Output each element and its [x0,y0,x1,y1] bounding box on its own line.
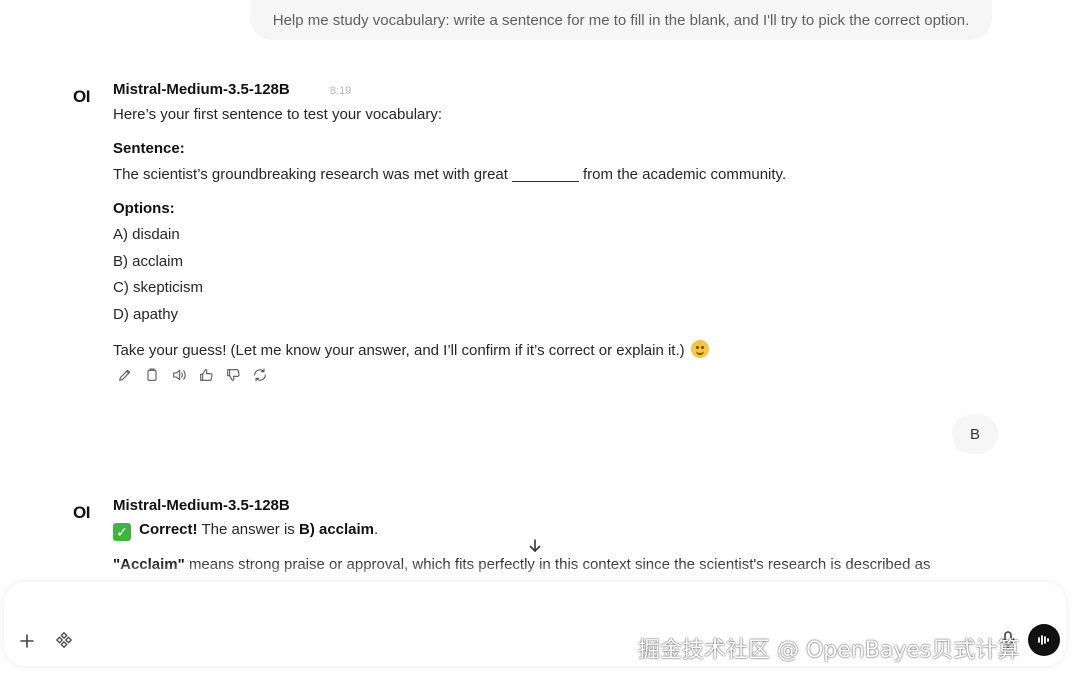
read-aloud-icon[interactable] [170,366,188,384]
correct-label: Correct! [139,521,198,538]
model-avatar: OI [73,87,90,106]
closing-text: Take your guess! (Let me know your answe… [113,340,709,359]
closing-text-content: Take your guess! (Let me know your answe… [113,342,685,359]
message-actions-toolbar [116,366,269,384]
user-message-text: B [969,425,980,443]
tools-button[interactable] [55,631,75,651]
voice-mode-button[interactable] [1028,624,1060,656]
user-message-bubble: Help me study vocabulary: write a senten… [250,0,992,40]
plus-icon [20,634,34,648]
add-attachment-button[interactable] [17,631,37,651]
smile-emoji-icon [690,340,709,358]
thumbs-down-icon[interactable] [224,366,242,384]
integrations-icon [55,631,73,649]
copy-icon[interactable] [143,366,161,384]
sentence-text: The scientist’s groundbreaking research … [113,166,787,183]
waveform-icon [1038,635,1049,645]
message-header: Mistral-Medium-3.5-128B 8:19 [113,81,970,98]
thumbs-up-icon[interactable] [197,366,215,384]
user-message-text: Help me study vocabulary: write a senten… [272,11,970,29]
edit-icon[interactable] [116,366,134,384]
check-mark-icon: ✓ [113,523,131,541]
message-timestamp: 8:19 [329,85,352,97]
model-name: Mistral-Medium-3.5-128B [113,81,290,98]
model-name: Mistral-Medium-3.5-128B [113,497,290,514]
message-header: Mistral-Medium-3.5-128B [113,497,970,514]
option-item: D) apathy [113,306,179,323]
watermark: 掘金技术社区 @ OpenBayes贝式计算 [638,638,1020,663]
model-avatar: OI [73,503,90,522]
intro-text: Here’s your first sentence to test your … [113,106,443,123]
answer-line: ✓ Correct! The answer is B) acclaim. [113,521,378,541]
options-heading: Options: [113,200,175,217]
sentence-heading: Sentence: [113,140,185,157]
option-item: C) skepticism [113,279,204,296]
user-message-bubble: B [952,414,998,454]
answer-value: B) acclaim [298,521,375,538]
answer-suffix: . [374,521,379,538]
regenerate-icon[interactable] [251,366,269,384]
option-item: B) acclaim [113,253,184,270]
answer-prefix: The answer is [201,521,295,538]
option-item: A) disdain [113,226,180,243]
scroll-down-icon[interactable] [527,538,543,554]
